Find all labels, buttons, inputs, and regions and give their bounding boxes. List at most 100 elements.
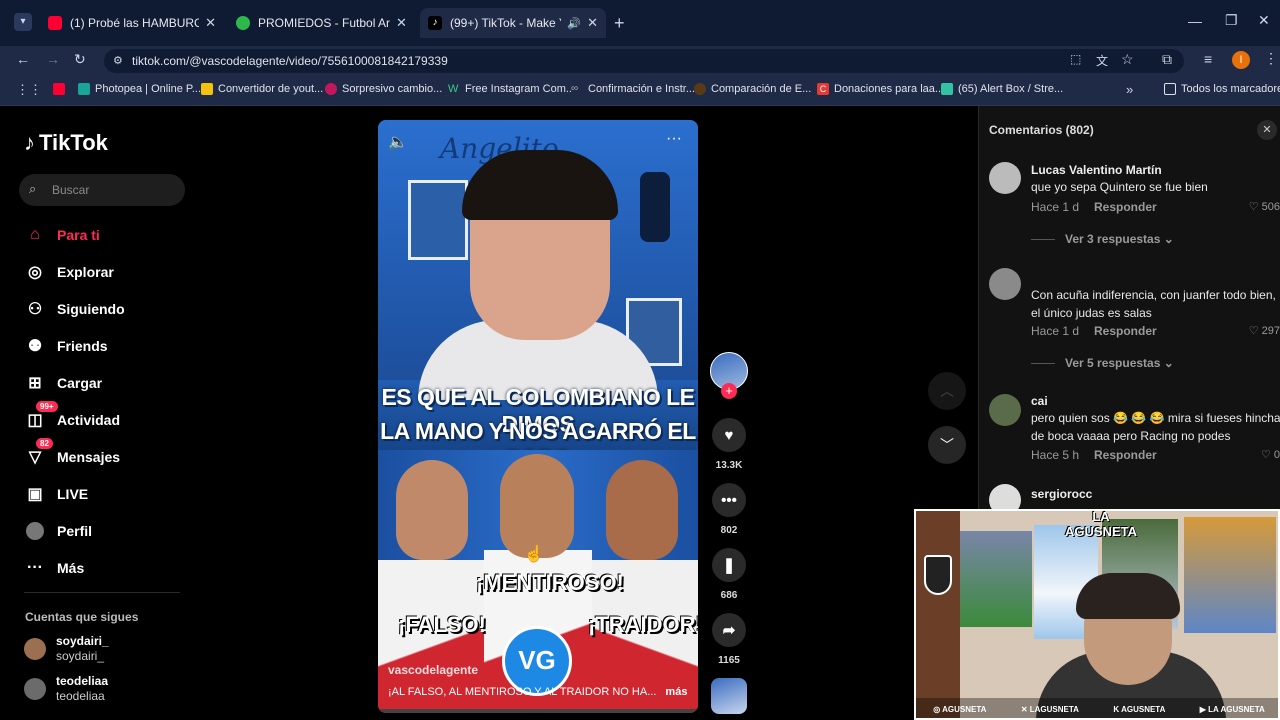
maximize-icon[interactable]: ❐: [1225, 12, 1238, 29]
tab-promiedos[interactable]: PROMIEDOS - Futbol Argentino ✕: [228, 8, 416, 38]
tiktok-logo[interactable]: ♪ TikTok: [24, 130, 108, 156]
close-tab-icon[interactable]: ✕: [205, 15, 216, 31]
minimize-icon[interactable]: —: [1188, 13, 1202, 29]
apps-icon[interactable]: ⋮⋮: [16, 82, 42, 98]
previous-video-button[interactable]: ︿: [928, 372, 966, 410]
bookmark-star-icon[interactable]: ☆: [1121, 51, 1134, 68]
nav-live[interactable]: ▣ LIVE: [24, 483, 88, 505]
comment-like[interactable]: ♡ 0: [1261, 448, 1280, 461]
poster-right: [1184, 517, 1276, 633]
bookmark-instagram[interactable]: W Free Instagram Com...: [448, 83, 575, 95]
like-action[interactable]: ♥ 13.3K: [712, 418, 746, 471]
bookmark-donaciones[interactable]: C Donaciones para laa...: [817, 83, 944, 95]
webcam-wall-left: [916, 511, 960, 718]
follow-plus-icon[interactable]: +: [721, 383, 737, 399]
next-video-button[interactable]: ﹀: [928, 426, 966, 464]
profile-avatar[interactable]: I: [1232, 51, 1250, 69]
more-link[interactable]: más: [665, 686, 687, 698]
bookmark-label: Comparación de E...: [711, 83, 812, 95]
speaker-icon[interactable]: 🔊: [567, 17, 581, 30]
translate-icon[interactable]: 文: [1096, 52, 1108, 69]
extensions-icon[interactable]: ⧉: [1162, 51, 1172, 68]
view-replies[interactable]: Ver 5 respuestas ⌄: [1031, 356, 1174, 370]
youtube-icon: ▶: [1199, 704, 1209, 714]
nav-label: LIVE: [57, 486, 89, 502]
news-icon: [325, 83, 337, 95]
reply-button[interactable]: Responder: [1094, 324, 1157, 338]
nav-friends[interactable]: ⚉ Friends: [24, 335, 108, 357]
social-instagram: ◎ AGUSNETA: [933, 704, 987, 714]
close-tab-icon[interactable]: ✕: [587, 15, 598, 31]
heart-icon: ♥: [712, 418, 746, 452]
label-falso: ¡FALSO!: [398, 612, 486, 637]
nav-label: Para ti: [57, 227, 100, 243]
browser-tab-bar: ▾ (1) Probé las HAMBURGUESAS ✕ PROMIEDOS…: [0, 0, 1280, 46]
chevron-down-icon: ⌄: [1160, 356, 1174, 370]
save-action[interactable]: ❚ 686: [712, 548, 746, 601]
site-info-icon[interactable]: ⚙: [113, 49, 123, 73]
more-bookmarks-icon[interactable]: »: [1126, 82, 1133, 97]
back-icon[interactable]: ←: [16, 51, 30, 67]
all-bookmarks[interactable]: Todos los marcadores: [1164, 83, 1280, 95]
tab-tiktok[interactable]: ♪ (99+) TikTok - Make Your Day 🔊 ✕: [420, 8, 606, 38]
nav-cargar[interactable]: ⊞ Cargar: [24, 372, 102, 394]
bookmark-comparacion[interactable]: Comparación de E...: [694, 83, 811, 95]
home-icon: ⌂: [30, 226, 40, 243]
new-tab-icon[interactable]: +: [614, 13, 625, 34]
comment-author[interactable]: Lucas Valentino Martín: [1031, 163, 1162, 177]
nav-actividad[interactable]: ◫ 99+ Actividad: [24, 401, 120, 431]
bookmark-convertidor[interactable]: Convertidor de yout...: [201, 83, 323, 95]
account-name: soydairi_: [56, 649, 105, 663]
bookmark-confirmacion[interactable]: ∞ Confirmación e Instr...: [571, 83, 695, 95]
comment-author[interactable]: cai: [1031, 394, 1048, 408]
search-input[interactable]: ⌕ Buscar: [19, 174, 185, 206]
comment-like-count: 0: [1273, 449, 1280, 461]
forward-icon[interactable]: →: [46, 51, 60, 67]
share-action[interactable]: ➦ 1165: [712, 613, 746, 666]
video-options-icon[interactable]: ···: [666, 130, 682, 148]
nav-siguiendo[interactable]: ⚇ Siguiendo: [24, 298, 125, 320]
menu-icon[interactable]: ⋮: [1264, 50, 1278, 67]
bookmark-photopea[interactable]: Photopea | Online P...: [78, 83, 201, 95]
video-player[interactable]: Angelito ES QUE AL COLOMBIANO LE DIMOS L…: [378, 120, 698, 713]
mute-icon[interactable]: 🔈: [388, 132, 408, 152]
avatar[interactable]: [989, 268, 1021, 300]
url-input[interactable]: ⚙ tiktok.com/@vascodelagente/video/75561…: [104, 49, 1184, 73]
close-comments-icon[interactable]: ✕: [1257, 120, 1277, 140]
video-progress-bar[interactable]: [378, 709, 698, 713]
avatar[interactable]: [989, 162, 1021, 194]
bookmark-label: Convertidor de yout...: [218, 83, 324, 95]
nav-explorar[interactable]: ◎ Explorar: [24, 261, 114, 283]
music-disc[interactable]: [711, 678, 747, 714]
view-replies[interactable]: Ver 3 respuestas ⌄: [1031, 232, 1174, 246]
nav-mensajes[interactable]: ▽ 82 Mensajes: [24, 438, 120, 468]
bookmark-alertbox[interactable]: (65) Alert Box / Stre...: [941, 83, 1063, 95]
nav-para-ti[interactable]: ⌂ Para ti: [24, 224, 100, 246]
line-icon: [1031, 239, 1055, 241]
install-icon[interactable]: ⬚: [1070, 52, 1081, 66]
reply-button[interactable]: Responder: [1094, 448, 1157, 462]
reply-button[interactable]: Responder: [1094, 200, 1157, 214]
heart-outline-icon: ♡: [1248, 325, 1262, 337]
bookmark-label: Free Instagram Com...: [465, 83, 576, 95]
bookmark-youtube[interactable]: [53, 83, 70, 95]
comment-action[interactable]: ••• 802: [712, 483, 746, 536]
nav-mas[interactable]: ··· Más: [24, 557, 84, 579]
reload-icon[interactable]: ↻: [74, 51, 86, 68]
comment-like[interactable]: ♡ 297: [1249, 324, 1280, 337]
comment-time: Hace 1 d: [1031, 324, 1080, 338]
video-author[interactable]: vascodelagente: [388, 663, 478, 677]
avatar[interactable]: [989, 394, 1021, 426]
tab-youtube[interactable]: (1) Probé las HAMBURGUESAS ✕: [40, 8, 224, 38]
comment-like[interactable]: ♡ 506: [1249, 200, 1280, 213]
nav-perfil[interactable]: Perfil: [24, 520, 92, 542]
search-placeholder: Buscar: [52, 183, 90, 197]
tab-search-icon[interactable]: ▾: [14, 13, 32, 31]
comment-author[interactable]: sergiorocc: [1031, 487, 1092, 501]
close-tab-icon[interactable]: ✕: [396, 15, 407, 31]
promiedos-favicon-icon: [236, 16, 250, 30]
bookmark-sorpresivo[interactable]: Sorpresivo cambio...: [325, 83, 442, 95]
close-window-icon[interactable]: ✕: [1258, 12, 1270, 29]
media-icon[interactable]: ≡: [1204, 51, 1212, 67]
comment-time: Hace 5 h: [1031, 448, 1080, 462]
